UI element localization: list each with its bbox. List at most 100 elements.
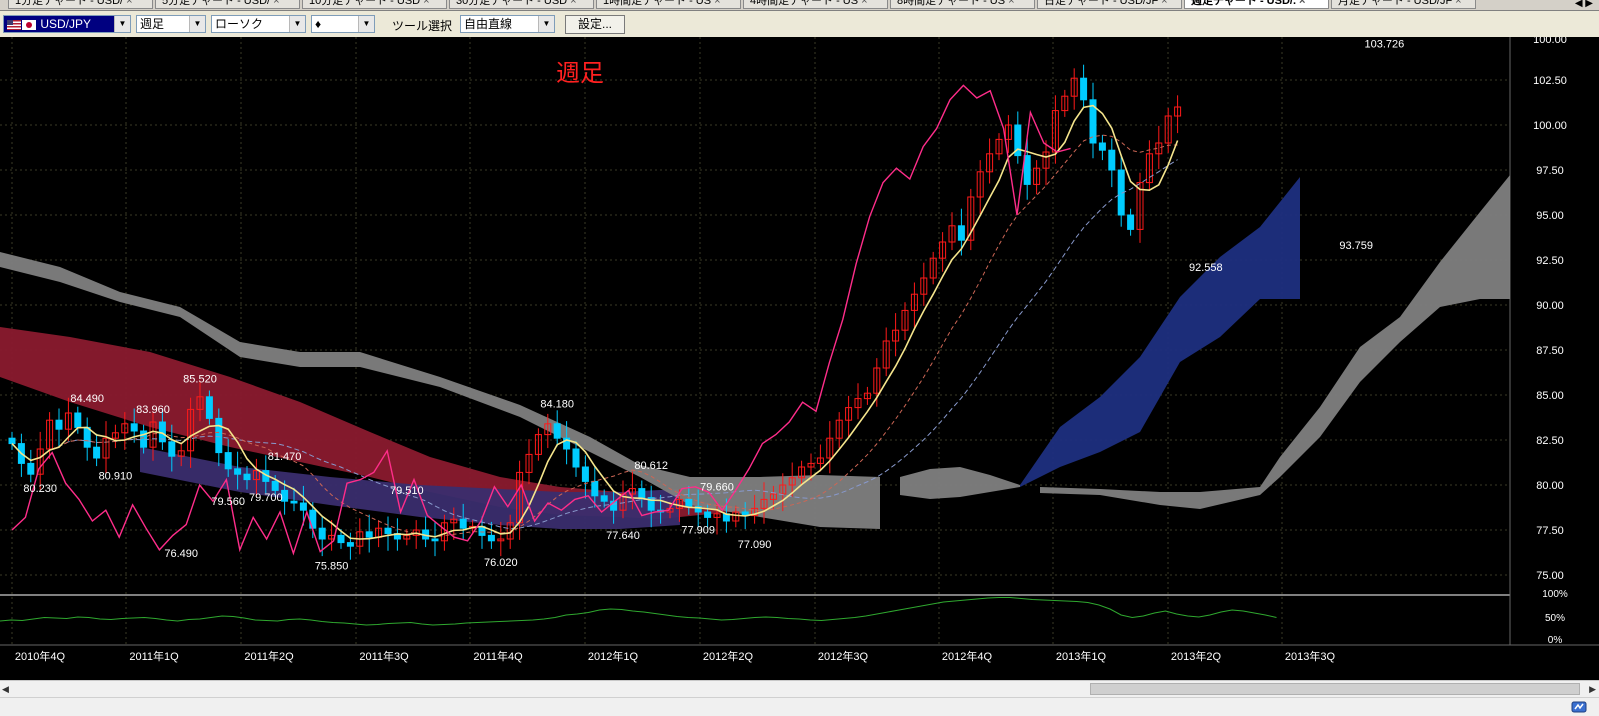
tab-10[interactable]: 月足チャート - USD/JF × [1331,0,1476,9]
price-axis-label: 90.00 [1536,300,1564,312]
chart-scrollbar[interactable]: ◀ ▶ [0,680,1599,698]
close-icon[interactable]: × [273,0,279,7]
chart-title: 週足 [556,59,604,87]
price-label: 77.090 [738,539,772,551]
symbol-select-value: USD/JPY [40,17,92,31]
tab-5[interactable]: 1時間足チャート - US × [596,0,741,9]
indicator-axis-label: 0% [1548,635,1563,646]
candle-body [1108,149,1116,171]
network-status-icon [1571,701,1587,713]
price-axis-label: 75.00 [1536,570,1564,582]
close-icon[interactable]: × [1299,0,1305,7]
candle-body [459,518,467,529]
candle-body [93,446,101,459]
scroll-left-arrow-icon[interactable]: ◀ [2,684,9,695]
chart-canvas[interactable]: 103.726 84.490 85.520 83.960 84.180 80.230 80.… [0,37,1599,680]
tab-label: 30分足チャート - USD [456,0,568,7]
status-bar [0,697,1599,716]
price-label: 75.850 [315,561,349,573]
price-axis-label: 95.00 [1536,210,1564,222]
candle-body [600,495,608,502]
tab-scroll-arrows-icon[interactable]: ◀ ▶ [1575,0,1593,9]
tab-label: 1分足チャート - USD/ [15,0,124,7]
tab-2[interactable]: 5分足チャート - USD/× [155,0,300,9]
tool-select-label: ツール選択 [392,19,453,33]
price-axis-label: 85.00 [1536,390,1564,402]
close-icon[interactable]: × [570,0,576,7]
symbol-select[interactable]: USD/JPY ▼ [3,15,131,33]
close-icon[interactable]: × [423,0,429,7]
candle-body [290,500,298,504]
close-icon[interactable]: × [1455,0,1461,7]
close-icon[interactable]: × [714,0,720,7]
candle-body [638,488,646,499]
time-axis-label: 2012年3Q [818,649,869,663]
tab-4[interactable]: 30分足チャート - USD × [449,0,594,9]
candle-body [74,412,82,428]
drawing-tool-select[interactable]: 自由直線 ▼ [460,15,555,33]
time-axis-label: 2011年1Q [129,649,179,663]
tab-bar: 1分足チャート - USD/× 5分足チャート - USD/× 10分足チャート -… [0,0,1599,11]
tab-label: 日足チャート - USD/JF [1044,0,1159,7]
tab-9[interactable]: 週足チャート - USD/. × [1184,0,1329,9]
price-axis-label: 92.50 [1536,255,1564,267]
price-axis-label: 102.50 [1533,75,1567,87]
scrollbar-thumb[interactable] [1090,683,1580,695]
tab-8[interactable]: 日足チャート - USD/JF × [1037,0,1182,9]
chart-type-select[interactable]: ローソク ▼ [211,15,306,33]
chevron-down-icon[interactable]: ▼ [538,16,554,32]
close-icon[interactable]: × [1008,0,1014,7]
price-label: 77.640 [606,530,640,542]
chevron-down-icon[interactable]: ▼ [189,16,205,32]
candle-body [553,423,561,439]
candle-body [581,466,589,482]
price-label: 92.558 [1189,262,1223,274]
time-axis-label: 2013年3Q [1285,649,1336,663]
timeframe-select[interactable]: 週足 ▼ [136,15,206,33]
candle-body [243,473,251,481]
tab-label: 1時間足チャート - US [603,0,712,7]
close-icon[interactable]: × [126,0,132,7]
price-label: 84.180 [540,399,574,411]
candle-body [1023,155,1031,185]
close-icon[interactable]: × [1161,0,1167,7]
candle-body [704,511,712,518]
price-label: 81.470 [268,451,302,463]
tab-6[interactable]: 4時間足チャート - US × [743,0,888,9]
tab-label: 5分足チャート - USD/ [162,0,271,7]
candle-body [83,426,91,448]
candle-body [27,462,35,475]
price-label: 76.490 [164,548,198,560]
candle-body [168,441,176,457]
chevron-down-icon[interactable]: ▼ [358,16,374,32]
tab-label: 10分足チャート - USD [309,0,421,7]
price-axis-label: 100.00 [1533,120,1567,132]
tab-7[interactable]: 8時間足チャート - US × [890,0,1035,9]
candle-body [384,527,392,535]
scroll-right-arrow-icon[interactable]: ▶ [1589,684,1596,695]
candle-body [318,527,326,540]
candle-body [957,225,965,241]
tab-3[interactable]: 10分足チャート - USD × [302,0,447,9]
candle-body [1098,142,1106,151]
price-axis-label: 100.00 [1533,37,1567,46]
candle-body [431,538,439,542]
candle-body [487,534,495,542]
chevron-down-icon[interactable]: ▼ [289,16,305,32]
price-label: 79.510 [390,485,424,497]
close-icon[interactable]: × [861,0,867,7]
candle-body [130,423,138,432]
candle-body [205,396,213,419]
settings-button[interactable]: 設定... [565,15,625,34]
time-axis-label: 2013年2Q [1171,649,1222,663]
price-label: 103.726 [1365,39,1405,51]
price-label: 79.660 [700,481,734,493]
chart-toolbar: USD/JPY ▼ 週足 ▼ ローソク ▼ ♦ ▼ ツール選択 自由直線 ▼ 設… [0,11,1599,38]
candle-body [271,480,279,491]
weekly-chart[interactable]: 103.726 84.490 85.520 83.960 84.180 80.230 80.… [0,37,1599,680]
chevron-down-icon[interactable]: ▼ [114,16,130,32]
candle-body [224,452,232,470]
tab-label: 月足チャート - USD/JF [1338,0,1453,7]
tab-1[interactable]: 1分足チャート - USD/× [8,0,153,9]
candle-style-select[interactable]: ♦ ▼ [311,15,375,33]
